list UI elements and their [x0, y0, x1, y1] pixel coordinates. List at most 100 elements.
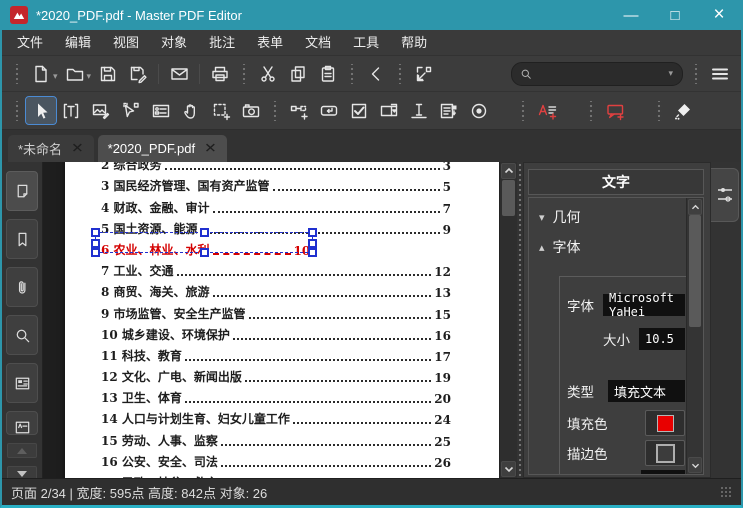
tab-close-icon[interactable]: ✕	[204, 142, 217, 156]
app-logo-icon	[10, 6, 28, 24]
combobox-field-button[interactable]	[374, 97, 404, 124]
selection-handle[interactable]	[200, 248, 209, 257]
page-icon	[17, 184, 27, 197]
toolbar-grip[interactable]	[693, 63, 699, 84]
menu-item[interactable]: 文件	[6, 30, 54, 55]
fit-selection-button[interactable]	[409, 60, 439, 87]
paste-button[interactable]	[313, 60, 343, 87]
search-dropdown-icon[interactable]: ▾	[668, 68, 673, 79]
resize-grip[interactable]	[720, 486, 732, 498]
selection-handle[interactable]	[308, 228, 317, 237]
main-menu-button[interactable]	[705, 60, 735, 87]
minimize-button[interactable]: —	[609, 0, 653, 30]
toolbar-grip[interactable]	[272, 100, 278, 121]
selection-handle[interactable]	[91, 238, 100, 248]
add-text-annotation-button[interactable]	[532, 97, 562, 124]
attachments-button[interactable]	[6, 267, 38, 307]
type-dropdown[interactable]: 填充文本	[608, 380, 685, 402]
toolbar-grip[interactable]	[656, 100, 662, 121]
selection-handle[interactable]	[200, 228, 209, 237]
send-email-button[interactable]	[164, 60, 194, 87]
add-callout-button[interactable]	[600, 97, 630, 124]
toc-entry-text: 7 工业、交通	[101, 264, 174, 279]
back-button[interactable]	[361, 60, 391, 87]
menu-item[interactable]: 批注	[198, 30, 246, 55]
button-field-button[interactable]	[314, 97, 344, 124]
new-document-button[interactable]	[26, 60, 56, 87]
radio-field-button[interactable]	[464, 97, 494, 124]
bookmarks-button[interactable]	[6, 219, 38, 259]
menu-item[interactable]: 工具	[342, 30, 390, 55]
scroll-up-arrow[interactable]	[501, 163, 516, 179]
print-button[interactable]	[205, 60, 235, 87]
selection-handle[interactable]	[91, 228, 100, 237]
selection-handle[interactable]	[308, 238, 317, 248]
form-fields-button[interactable]	[6, 363, 38, 403]
search-input[interactable]	[537, 65, 668, 82]
font-name-field[interactable]: Microsoft YaHei	[603, 291, 685, 319]
panel-scroll-up-arrow[interactable]	[688, 199, 702, 215]
section-geometry[interactable]: ▾ 几何	[539, 207, 581, 227]
link-fields-button[interactable]	[284, 97, 314, 124]
toolbar-grip[interactable]	[349, 63, 356, 84]
maximize-button[interactable]: □	[653, 0, 697, 30]
selection-handle[interactable]	[308, 248, 317, 257]
menu-item[interactable]: 文档	[294, 30, 342, 55]
copy-button[interactable]	[283, 60, 313, 87]
stroke-color-button[interactable]	[645, 440, 685, 466]
screenshot-button[interactable]	[236, 97, 266, 124]
toc-row: 12 文化、广电、新闻出版 19	[65, 366, 501, 387]
scroll-down-arrow[interactable]	[501, 461, 516, 477]
edit-text-button[interactable]	[56, 97, 86, 124]
document-tab[interactable]: *2020_PDF.pdf ✕	[97, 135, 227, 162]
page-thumbnails-button[interactable]	[6, 171, 38, 211]
toc-leader-dots	[232, 337, 432, 340]
properties-toggle-tab[interactable]	[711, 168, 739, 222]
new-document-dropdown-icon[interactable]: ▾	[53, 71, 58, 82]
save-as-button[interactable]	[123, 60, 153, 87]
toolbar-grip[interactable]	[14, 100, 20, 121]
fill-color-button[interactable]	[645, 410, 685, 436]
open-file-button[interactable]	[60, 60, 90, 87]
panel-scrollbar-thumb[interactable]	[689, 215, 701, 327]
section-font[interactable]: ▴ 字体	[539, 237, 581, 257]
menu-item[interactable]: 编辑	[54, 30, 102, 55]
text-field-button[interactable]	[404, 97, 434, 124]
cut-button[interactable]	[253, 60, 283, 87]
scrollbar-thumb[interactable]	[502, 180, 515, 216]
signatures-button[interactable]	[6, 411, 38, 435]
panel-scroll-down-arrow[interactable]	[688, 457, 702, 473]
tab-close-icon[interactable]: ✕	[71, 142, 84, 156]
menu-item[interactable]: 帮助	[390, 30, 438, 55]
sidebar-scroll-up-button[interactable]	[7, 443, 37, 458]
panel-scrollbar[interactable]	[686, 198, 703, 474]
toolbar-grip[interactable]	[520, 100, 526, 121]
edit-path-button[interactable]	[116, 97, 146, 124]
document-tab[interactable]: *未命名 ✕	[8, 135, 94, 162]
toolbar-grip[interactable]	[397, 63, 404, 84]
toolbar-grip[interactable]	[588, 100, 594, 121]
menu-item[interactable]: 表单	[246, 30, 294, 55]
highlighter-button[interactable]	[668, 97, 698, 124]
font-size-field[interactable]: 10.5	[639, 328, 685, 350]
line-width-field[interactable]: 1	[641, 470, 685, 474]
selection-box[interactable]	[91, 228, 317, 257]
document-scrollbar[interactable]	[499, 162, 517, 478]
edit-image-button[interactable]	[86, 97, 116, 124]
panel-body: ▾ 几何 ▴ 字体 字体 Microsoft YaHei 大小 10.5 类型 …	[528, 197, 704, 475]
menu-item[interactable]: 对象	[150, 30, 198, 55]
toolbar-grip[interactable]	[14, 63, 20, 84]
toolbar-grip[interactable]	[241, 63, 248, 84]
listbox-field-button[interactable]	[434, 97, 464, 124]
close-button[interactable]: ×	[697, 0, 741, 30]
selection-handle[interactable]	[91, 248, 100, 257]
hand-tool-button[interactable]	[176, 97, 206, 124]
search-panel-button[interactable]	[6, 315, 38, 355]
save-button[interactable]	[93, 60, 123, 87]
select-tool-button[interactable]	[25, 96, 57, 125]
select-region-button[interactable]	[206, 97, 236, 124]
open-file-dropdown-icon[interactable]: ▾	[87, 71, 92, 82]
menu-item[interactable]: 视图	[102, 30, 150, 55]
checkbox-field-button[interactable]	[344, 97, 374, 124]
edit-forms-button[interactable]	[146, 97, 176, 124]
